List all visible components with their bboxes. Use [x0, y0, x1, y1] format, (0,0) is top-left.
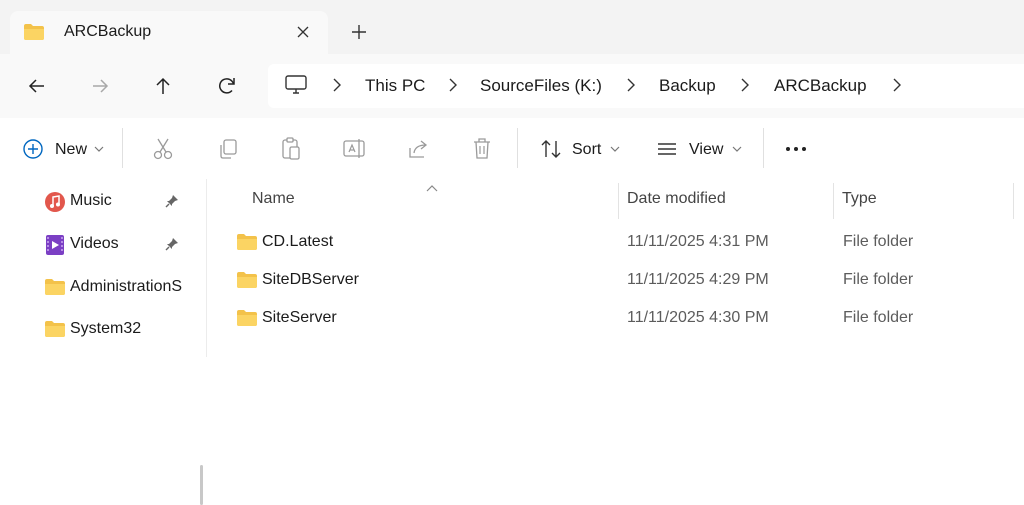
pin-icon[interactable]: [164, 193, 180, 209]
column-divider[interactable]: [618, 183, 619, 219]
tab-bar: ARCBackup: [0, 0, 1024, 54]
sidebar-item-label: System32: [70, 320, 142, 337]
close-icon[interactable]: [292, 21, 314, 43]
folder-icon: [236, 308, 258, 333]
file-type: File folder: [843, 309, 914, 326]
view-icon[interactable]: [655, 136, 679, 162]
address-bar: This PC SourceFiles (K:) Backup ARCBacku…: [0, 54, 1024, 119]
sort-icon[interactable]: [539, 136, 563, 162]
sort-button[interactable]: Sort: [572, 141, 601, 159]
folder-icon: [236, 270, 258, 295]
file-type: File folder: [843, 233, 914, 250]
sort-ascending-icon: [425, 179, 439, 192]
chevron-down-icon[interactable]: [93, 136, 105, 162]
up-icon[interactable]: [150, 73, 176, 99]
file-name: SiteDBServer: [262, 271, 359, 288]
breadcrumb[interactable]: This PC SourceFiles (K:) Backup ARCBacku…: [268, 64, 1024, 108]
column-header-type[interactable]: Type: [842, 190, 877, 208]
column-header-date-modified[interactable]: Date modified: [627, 190, 726, 208]
sidebar-item-music[interactable]: Music: [0, 183, 200, 219]
breadcrumb-backup[interactable]: Backup: [659, 76, 716, 96]
forward-icon[interactable]: [87, 73, 113, 99]
breadcrumb-arcbackup[interactable]: ARCBackup: [774, 76, 867, 96]
column-divider[interactable]: [833, 183, 834, 219]
table-row[interactable]: SiteDBServer 11/11/2025 4:29 PM File fol…: [227, 262, 1024, 298]
videos-icon: [44, 234, 66, 255]
cut-icon[interactable]: [151, 136, 175, 162]
table-row[interactable]: CD.Latest 11/11/2025 4:31 PM File folder: [227, 224, 1024, 260]
navigation-pane: Music Videos AdministrationS System32: [0, 179, 207, 505]
file-name: CD.Latest: [262, 233, 334, 250]
chevron-down-icon[interactable]: [609, 136, 621, 162]
chevron-right-icon[interactable]: [624, 76, 638, 94]
command-bar: New Sort View: [0, 118, 1024, 180]
copy-icon[interactable]: [216, 136, 240, 162]
divider: [763, 128, 764, 168]
chevron-down-icon[interactable]: [731, 136, 743, 162]
tab-arcbackup[interactable]: ARCBackup: [10, 11, 328, 54]
breadcrumb-sourcefiles[interactable]: SourceFiles (K:): [480, 76, 602, 96]
file-date-modified: 11/11/2025 4:30 PM: [627, 309, 769, 326]
new-icon[interactable]: [22, 136, 44, 162]
back-icon[interactable]: [24, 73, 50, 99]
chevron-right-icon[interactable]: [330, 76, 344, 94]
breadcrumb-this-pc[interactable]: This PC: [365, 76, 425, 96]
file-list: Name Date modified Type CD.Latest 11/11/…: [207, 179, 1024, 357]
new-button[interactable]: New: [55, 141, 87, 159]
more-options-icon[interactable]: [783, 136, 809, 162]
file-type: File folder: [843, 271, 914, 288]
divider: [517, 128, 518, 168]
refresh-icon[interactable]: [214, 73, 240, 99]
rename-icon[interactable]: [342, 136, 366, 162]
paste-icon[interactable]: [279, 136, 303, 162]
share-icon[interactable]: [406, 136, 430, 162]
view-button[interactable]: View: [689, 141, 723, 159]
tab-title: ARCBackup: [64, 23, 152, 40]
folder-icon: [23, 23, 45, 46]
sidebar-item-system32[interactable]: System32: [0, 311, 200, 347]
table-row[interactable]: SiteServer 11/11/2025 4:30 PM File folde…: [227, 300, 1024, 336]
chevron-right-icon[interactable]: [738, 76, 752, 94]
sidebar-item-administrations[interactable]: AdministrationS: [0, 269, 200, 305]
folder-icon: [44, 277, 66, 297]
delete-icon[interactable]: [470, 136, 494, 162]
folder-icon: [44, 319, 66, 339]
file-date-modified: 11/11/2025 4:29 PM: [627, 271, 769, 288]
sidebar-item-label: AdministrationS: [70, 278, 183, 295]
sidebar-item-videos[interactable]: Videos: [0, 226, 200, 262]
music-icon: [44, 191, 66, 212]
file-date-modified: 11/11/2025 4:31 PM: [627, 233, 769, 250]
monitor-icon[interactable]: [284, 74, 308, 101]
folder-icon: [236, 232, 258, 257]
new-tab-plus-icon[interactable]: [348, 21, 370, 43]
file-name: SiteServer: [262, 309, 337, 326]
pin-icon[interactable]: [164, 236, 180, 252]
column-header-name[interactable]: Name: [252, 190, 295, 208]
sidebar-scrollbar[interactable]: [200, 465, 203, 505]
chevron-right-icon[interactable]: [446, 76, 460, 94]
column-divider[interactable]: [1013, 183, 1014, 219]
chevron-right-icon[interactable]: [890, 76, 904, 94]
divider: [122, 128, 123, 168]
